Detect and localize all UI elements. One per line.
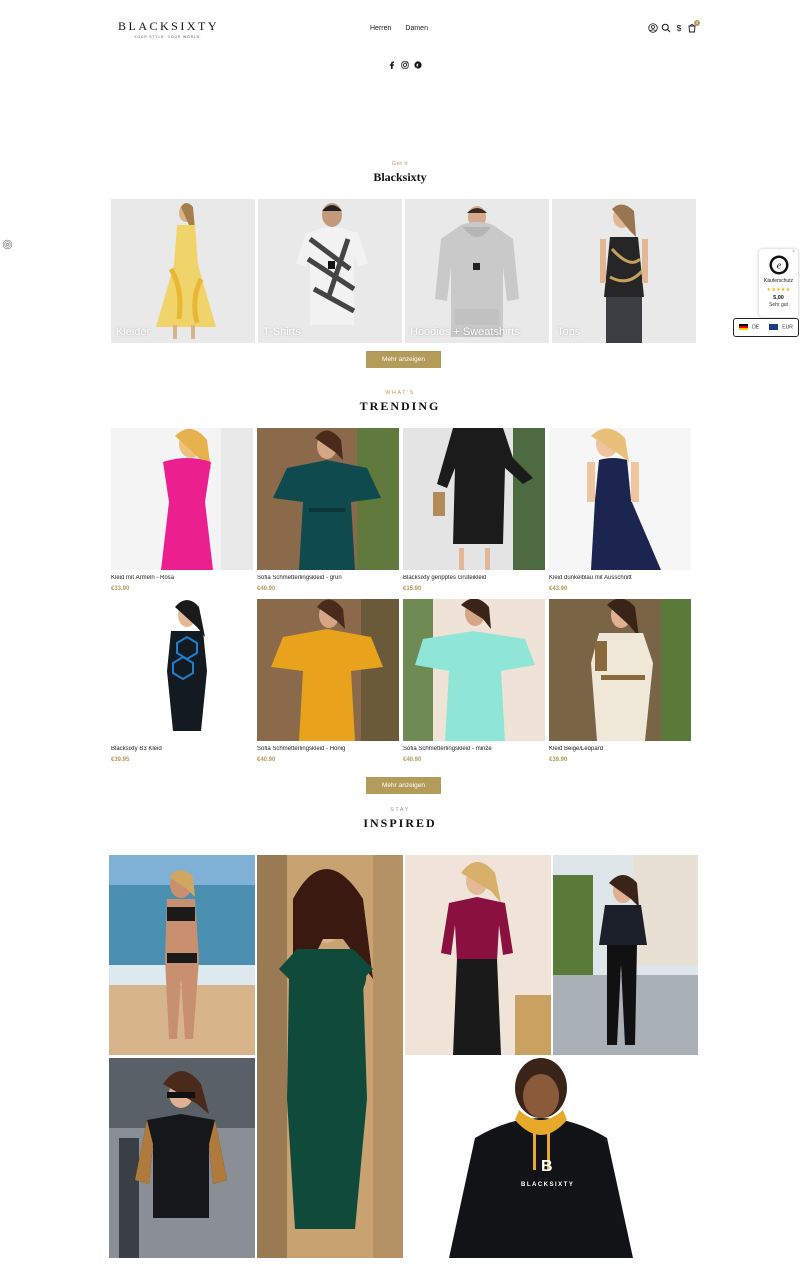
product-row-1: Kleid mit Ärmeln - Rosa €33.90 Sofia Sch…	[111, 428, 691, 592]
product-card[interactable]: Sofia Schmetterlingskleid - grün €40.90	[257, 428, 399, 592]
product-name[interactable]: Kleid mit Ärmeln - Rosa	[111, 575, 253, 581]
product-card[interactable]: Kleid dunkelblau mit Ausschnitt €43.90	[549, 428, 691, 592]
germany-flag-icon	[739, 324, 749, 331]
cart-count-badge: 0	[694, 20, 700, 26]
logo-tagline: YOUR STYLE. YOUR WORLD.	[134, 35, 202, 39]
trusted-shops-logo-icon: e	[769, 255, 789, 275]
rating-stars: ★★★★★	[766, 287, 791, 293]
show-more-categories-button[interactable]: Mehr anzeigen	[366, 351, 441, 368]
categories-kicker: Get it	[391, 161, 409, 167]
product-price: €43.90	[549, 586, 568, 592]
category-card-kleider[interactable]: Kleider	[111, 199, 255, 343]
category-card-tops[interactable]: Tops	[552, 199, 696, 343]
product-price: €40.90	[257, 586, 276, 592]
product-image[interactable]	[257, 599, 399, 741]
product-image[interactable]	[403, 599, 545, 741]
product-card[interactable]: Kleid mit Ärmeln - Rosa €33.90	[111, 428, 253, 592]
category-label: Kleider	[116, 326, 151, 338]
product-price: €39.90	[549, 757, 568, 763]
search-icon[interactable]	[661, 23, 671, 33]
pinterest-icon[interactable]	[414, 61, 422, 69]
inspired-image-beach[interactable]	[109, 855, 255, 1055]
category-image	[552, 199, 696, 343]
inspired-image-black-hoodie[interactable]: B BLACKSIXTY	[405, 1058, 698, 1258]
rating-score: 5,00	[773, 295, 784, 301]
product-price: €33.90	[111, 586, 130, 592]
category-card-hoodies[interactable]: Hoodies + Sweatshirts	[405, 199, 549, 343]
logo-text: BLACKSIXTY	[118, 19, 220, 33]
eu-flag-icon	[769, 324, 779, 331]
inspired-image-green-dress[interactable]	[257, 855, 403, 1258]
category-label: T-Shirts	[263, 326, 301, 338]
product-name[interactable]: Sofia Schmetterlingskleid - Honig	[257, 746, 399, 752]
currency-code: EUR	[782, 324, 793, 331]
rating-text: Sehr gut	[769, 302, 788, 308]
trusted-shops-badge[interactable]: × e Käuferschutz ★★★★★ 5,00 Sehr gut	[759, 249, 798, 317]
product-card[interactable]: Blacksixty geripptes Grüteikleid €15.90	[403, 428, 545, 592]
svg-text:e: e	[776, 261, 781, 272]
trending-kicker: WHAT'S	[385, 390, 415, 396]
product-image[interactable]	[111, 428, 253, 570]
product-name[interactable]: Blacksixty B3 Kleid	[111, 746, 253, 752]
trending-title: TRENDING	[359, 399, 441, 413]
brand-logo[interactable]: BLACKSIXTY YOUR STYLE. YOUR WORLD.	[118, 19, 218, 39]
inspired-image-burgundy-blouse[interactable]	[405, 855, 551, 1055]
hoodie-brand-text: BLACKSIXTY	[521, 1182, 575, 1188]
cart-icon[interactable]: 0	[687, 20, 700, 33]
nav-item-damen[interactable]: Damen	[405, 25, 428, 32]
show-more-trending-button[interactable]: Mehr anzeigen	[366, 777, 441, 794]
product-card[interactable]: Sofia Schmetterlingskleid - Honig €40.90	[257, 599, 399, 763]
instagram-icon[interactable]	[401, 61, 409, 69]
language-code: DE	[752, 324, 760, 331]
currency-icon[interactable]: $	[674, 23, 684, 33]
hoodie-letter: B	[541, 1158, 553, 1175]
inspired-title: INSPIRED	[363, 816, 437, 830]
product-row-2: Blacksixty B3 Kleid €39.95 Sofia Schmett…	[111, 599, 691, 763]
product-price: €15.90	[403, 586, 422, 592]
product-image[interactable]	[549, 599, 691, 741]
category-image	[258, 199, 402, 343]
category-image	[405, 199, 549, 343]
svg-text:$: $	[677, 23, 682, 33]
nav-item-herren[interactable]: Herren	[370, 25, 391, 32]
category-label: Tops	[557, 326, 581, 338]
facebook-icon[interactable]	[388, 61, 396, 69]
inspired-image-leopard-hoodie[interactable]	[109, 1058, 255, 1258]
product-image[interactable]	[403, 428, 545, 570]
category-grid: Kleider T-Shirts Hoodies + Sweatshirts T…	[111, 199, 696, 343]
product-image[interactable]	[257, 428, 399, 570]
product-price: €39.95	[111, 757, 130, 763]
product-price: €40.90	[403, 757, 422, 763]
header-icons: $ 0	[648, 20, 700, 33]
category-label: Hoodies + Sweatshirts	[410, 326, 520, 338]
product-image[interactable]	[111, 599, 253, 741]
close-icon[interactable]: ×	[792, 249, 795, 255]
categories-title: Blacksixty	[373, 170, 427, 184]
account-icon[interactable]	[648, 23, 658, 33]
site-header: BLACKSIXTY YOUR STYLE. YOUR WORLD. Herre…	[0, 0, 800, 80]
main-nav: Herren Damen	[370, 25, 428, 32]
product-name[interactable]: Kleid Beige/Leopard	[549, 746, 691, 752]
category-image	[111, 199, 255, 343]
product-image[interactable]	[549, 428, 691, 570]
product-name[interactable]: Sofia Schmetterlingskleid - minze	[403, 746, 545, 752]
product-card[interactable]: Sofia Schmetterlingskleid - minze €40.90	[403, 599, 545, 763]
product-card[interactable]: Blacksixty B3 Kleid €39.95	[111, 599, 253, 763]
product-card[interactable]: Kleid Beige/Leopard €39.90	[549, 599, 691, 763]
trust-label: Käuferschutz	[763, 278, 794, 284]
product-price: €40.90	[257, 757, 276, 763]
language-select[interactable]: DE	[739, 324, 760, 331]
product-name[interactable]: Sofia Schmetterlingskleid - grün	[257, 575, 399, 581]
category-card-tshirts[interactable]: T-Shirts	[258, 199, 402, 343]
currency-select[interactable]: EUR	[769, 324, 793, 331]
social-links	[388, 61, 422, 69]
inspired-image-street[interactable]	[553, 855, 698, 1055]
product-name[interactable]: Blacksixty geripptes Grüteikleid	[403, 575, 545, 581]
fingerprint-icon[interactable]	[2, 237, 13, 250]
locale-selector[interactable]: DE EUR	[733, 318, 799, 337]
inspired-kicker: STAY	[390, 807, 410, 813]
product-name[interactable]: Kleid dunkelblau mit Ausschnitt	[549, 575, 691, 581]
